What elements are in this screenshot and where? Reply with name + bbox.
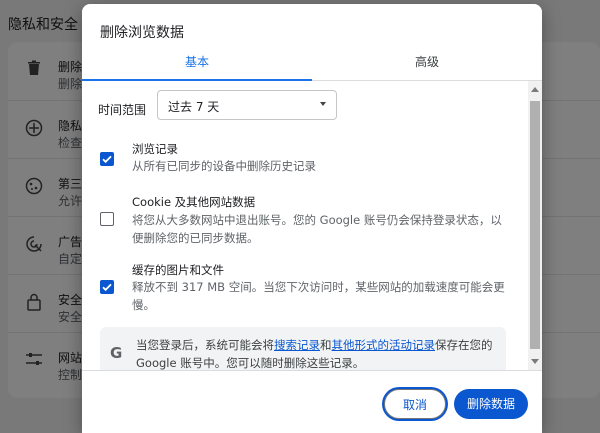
- google-g-icon: G: [110, 344, 123, 362]
- search-history-link[interactable]: 搜索记录: [274, 338, 320, 352]
- cancel-button[interactable]: 取消: [384, 389, 446, 419]
- dialog-footer: 取消 删除数据: [82, 370, 542, 433]
- dialog-content: 时间范围 过去 7 天 浏览记录 从所有已同步的设备中删除历史记录 Cookie…: [82, 81, 528, 370]
- option-description: 释放不到 317 MB 空间。当您下次访问时，某些网站的加载速度可能会更慢。: [132, 280, 505, 312]
- option-description: 将您从大多数网站中退出账号。您的 Google 账号仍会保持登录状态，以便删除您…: [132, 213, 502, 245]
- scrollbar-thumb[interactable]: [530, 101, 540, 349]
- scroll-down-arrow-icon[interactable]: [531, 359, 539, 364]
- tab-advanced[interactable]: 高级: [312, 50, 542, 80]
- clear-browsing-data-dialog: 删除浏览数据 基本 高级 时间范围 过去 7 天 浏览记录 从所有已同步的设备中…: [82, 4, 542, 433]
- tab-basic[interactable]: 基本: [82, 50, 312, 80]
- cookies-checkbox[interactable]: [100, 212, 114, 226]
- time-range-select[interactable]: 过去 7 天: [157, 90, 337, 120]
- option-title: Cookie 及其他网站数据: [132, 195, 256, 209]
- other-activity-link[interactable]: 其他形式的活动记录: [332, 338, 436, 352]
- checkmark-icon: [102, 283, 112, 292]
- browsing-history-checkbox[interactable]: [100, 152, 114, 166]
- scroll-up-arrow-icon[interactable]: [531, 87, 539, 92]
- google-account-notice: G 当您登录后，系统可能会将搜索记录和其他形式的活动记录保存在您的 Google…: [100, 327, 506, 370]
- dialog-title: 删除浏览数据: [100, 25, 184, 41]
- option-description: 从所有已同步的设备中删除历史记录: [132, 159, 316, 173]
- delete-data-button[interactable]: 删除数据: [454, 389, 528, 419]
- vertical-scrollbar[interactable]: [528, 81, 542, 370]
- dropdown-arrow-icon: [320, 102, 326, 106]
- cached-images-checkbox[interactable]: [100, 280, 114, 294]
- time-range-value: 过去 7 天: [168, 100, 220, 114]
- tab-bar: 基本 高级: [82, 50, 542, 81]
- option-title: 浏览记录: [132, 142, 178, 156]
- checkmark-icon: [102, 155, 112, 164]
- notice-text: 当您登录后，系统可能会将搜索记录和其他形式的活动记录保存在您的 Google 账…: [136, 336, 502, 370]
- notice-middle: 和: [320, 338, 332, 352]
- option-title: 缓存的图片和文件: [132, 263, 224, 277]
- time-range-label: 时间范围: [98, 103, 147, 117]
- notice-prefix: 当您登录后，系统可能会将: [136, 338, 274, 352]
